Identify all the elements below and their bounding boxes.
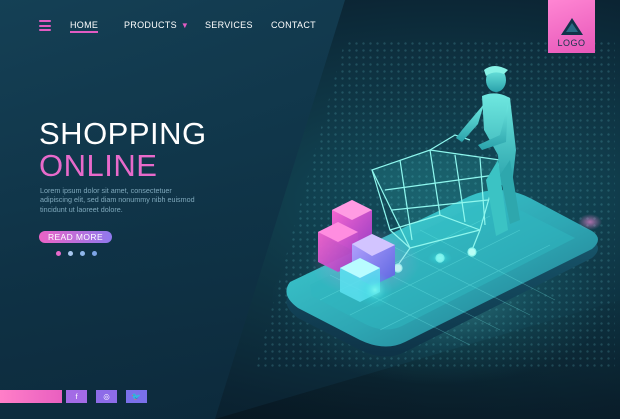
read-more-button[interactable]: READ MORE [39,231,112,243]
hero-body-text: Lorem ipsum dolor sit amet, consectetuer… [40,186,195,214]
pager-dot-3[interactable] [80,251,85,256]
hero-title: SHOPPING [39,116,207,151]
hero-subtitle: ONLINE [39,148,158,183]
facebook-icon[interactable]: f [66,390,87,403]
instagram-icon[interactable]: ◎ [96,390,117,403]
pager-dot-4[interactable] [92,251,97,256]
pager-dot-1[interactable] [56,251,61,256]
logo-text: LOGO [557,38,586,48]
nav-products[interactable]: PRODUCTS ▼ [124,20,189,30]
pager-dot-2[interactable] [68,251,73,256]
footer-accent-bar [0,390,62,403]
twitter-icon[interactable]: 🐦 [126,390,147,403]
nav-services[interactable]: SERVICES [205,20,253,30]
landing-page: HOME PRODUCTS ▼ SERVICES CONTACT LOGO SHO… [0,0,620,419]
nav-products-label: PRODUCTS [124,20,177,30]
caret-down-icon: ▼ [180,21,190,30]
nav-contact[interactable]: CONTACT [271,20,316,30]
hamburger-menu-icon[interactable] [39,20,51,32]
logo[interactable]: LOGO [548,0,595,53]
nav-home[interactable]: HOME [70,20,99,33]
triangle-logo-icon [560,18,583,35]
